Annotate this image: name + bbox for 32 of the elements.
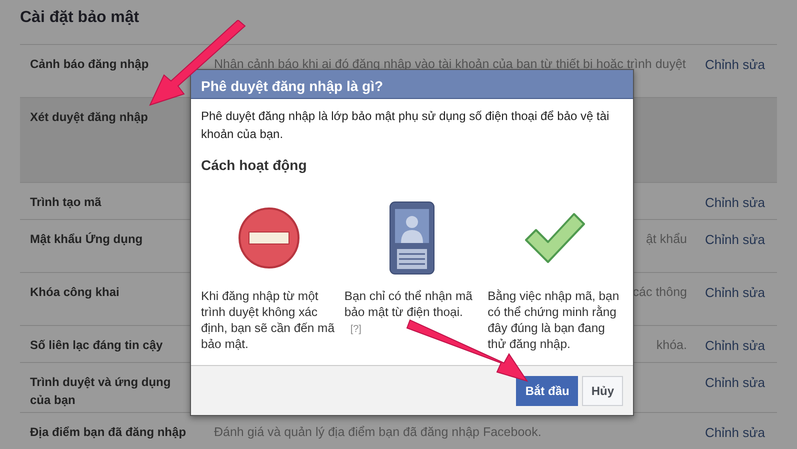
dialog-intro: Phê duyệt đăng nhập là lớp bảo mật phụ sử dụng số điện thoại để bảo vệ tài khoản của bạn. [201,108,610,143]
setting-description: khóa. [656,338,687,352]
step-text: Bằng việc nhập mã, bạn có thể chứng minh rằng đây đúng là bạn đang thử đăng nhập. [488,289,620,351]
cancel-button[interactable]: Hủy [582,376,623,406]
setting-label: Địa điểm bạn đã đăng nhập [29,424,188,441]
edit-link[interactable]: Chỉnh sửa [705,57,766,72]
setting-label: Trình duyệt và ứng dụng của bạn [29,374,172,409]
setting-label: Số liên lạc đáng tin cậy [29,337,164,354]
checkmark-icon [524,212,586,264]
edit-link[interactable]: Chỉnh sửa [705,232,766,247]
start-button[interactable]: Bắt đầu [516,376,578,406]
setting-label: Khóa công khai [29,284,120,301]
help-link[interactable]: [?] [350,324,362,335]
step-text: Bạn chỉ có thể nhận mã bảo mật từ điện thoại. [344,289,472,319]
edit-link[interactable]: Chỉnh sửa [705,338,766,353]
edit-link[interactable]: Chỉnh sửa [705,195,766,210]
dialog-title: Phê duyệt đăng nhập là gì? [191,70,633,99]
no-entry-icon [238,207,300,269]
setting-description: ật khẩu [646,232,687,246]
setting-label: Cảnh báo đăng nhập [29,56,150,73]
setting-label: Trình tạo mã [29,194,102,211]
edit-link[interactable]: Chỉnh sửa [705,285,766,300]
setting-description: Đánh giá và quản lý địa điểm bạn đã đăng nhập Facebook. [214,425,542,439]
setting-label: Xét duyệt đăng nhập [29,109,150,126]
setting-label: Mật khẩu Ứng dụng [29,231,144,248]
page-title: Cài đặt bảo mật [20,8,140,28]
edit-link[interactable]: Chỉnh sửa [705,425,766,440]
phone-icon [388,201,435,275]
setting-description: các thông [632,285,687,299]
step-text: Khi đăng nhập từ một trình duyệt không xác định, bạn sẽ cần đến mã bảo mật. [201,289,334,351]
edit-link[interactable]: Chỉnh sửa [705,375,766,390]
section-heading: Cách hoạt động [201,156,308,175]
